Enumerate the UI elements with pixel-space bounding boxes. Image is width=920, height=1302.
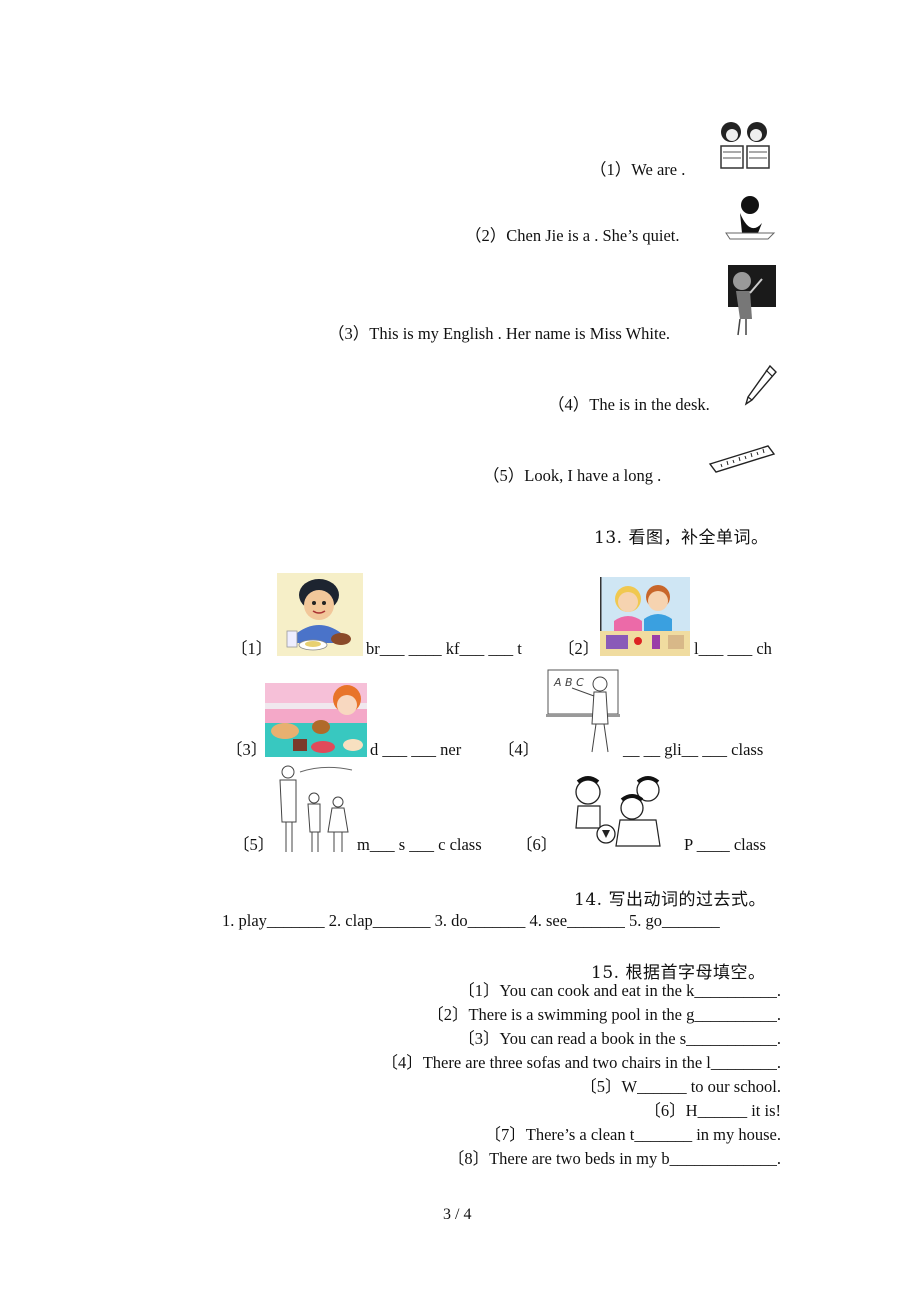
- boy-eating-breakfast-picture: [277, 573, 363, 656]
- item-13-3-number: 〔3〕: [226, 740, 268, 759]
- section-14-title: 14. 写出动词的过去式。: [574, 890, 766, 910]
- singing-class-picture: [279, 765, 353, 852]
- fill-sentence-5: 〔5〕W______ to our school.: [580, 1077, 781, 1096]
- teacher-at-blackboard-picture: [728, 265, 776, 336]
- fill-sentence-1: 〔1〕You can cook and eat in the k________…: [458, 981, 781, 1000]
- two-girls-friends-picture: [720, 122, 770, 169]
- sentence-3: （3）This is my English . Her name is Miss…: [328, 324, 671, 343]
- fill-sentence-6: 〔6〕H______ it is!: [644, 1101, 781, 1120]
- sentence-1: （1）We are .: [590, 160, 686, 179]
- fill-sentence-8: 〔8〕There are two beds in my b___________…: [447, 1149, 781, 1168]
- item-13-5-number: 〔5〕: [233, 835, 275, 854]
- girl-with-dinner-table-picture: [265, 683, 367, 757]
- fill-sentence-4: 〔4〕There are three sofas and two chairs …: [381, 1053, 781, 1072]
- sentence-2: （2）Chen Jie is a . She’s quiet.: [465, 226, 680, 245]
- item-13-2-word: l___ ___ ch: [694, 639, 772, 658]
- kids-eating-lunch-picture: [600, 577, 690, 656]
- sentence-5: （5）Look, I have a long .: [483, 466, 662, 485]
- pencil-picture: [744, 364, 777, 406]
- past-tense-line: 1. play_______ 2. clap_______ 3. do_____…: [222, 911, 720, 930]
- fill-sentence-3: 〔3〕You can read a book in the s_________…: [458, 1029, 781, 1048]
- item-13-4-word: __ __ gli__ ___ class: [623, 740, 764, 759]
- item-13-1-number: 〔1〕: [231, 639, 273, 658]
- item-13-3-word: d ___ ___ ner: [370, 740, 462, 759]
- item-13-5-word: m___ s ___ c class: [357, 835, 482, 854]
- sentence-4: （4）The is in the desk.: [548, 395, 710, 414]
- svg-text:A B C: A B C: [553, 676, 584, 689]
- item-13-2-number: 〔2〕: [558, 639, 600, 658]
- item-13-4-number: 〔4〕: [498, 740, 540, 759]
- fill-sentence-7: 〔7〕There’s a clean t_______ in my house.: [484, 1125, 781, 1144]
- section-15-title: 15. 根据首字母填空。: [591, 963, 766, 983]
- item-13-6-word: P ____ class: [684, 835, 766, 854]
- girl-student-drawing-picture: [725, 196, 776, 240]
- section-13-title: 13. 看图，补全单词。: [594, 528, 769, 548]
- teacher-abc-blackboard-picture: A B C: [546, 669, 620, 753]
- fill-sentence-2: 〔2〕There is a swimming pool in the g____…: [427, 1005, 781, 1024]
- page-number: 3 / 4: [443, 1206, 472, 1223]
- item-13-1-word: br___ ____ kf___ ___ t: [366, 639, 522, 658]
- kids-playing-football-picture: [575, 776, 661, 847]
- item-13-6-number: 〔6〕: [516, 835, 558, 854]
- ruler-picture: [708, 445, 776, 473]
